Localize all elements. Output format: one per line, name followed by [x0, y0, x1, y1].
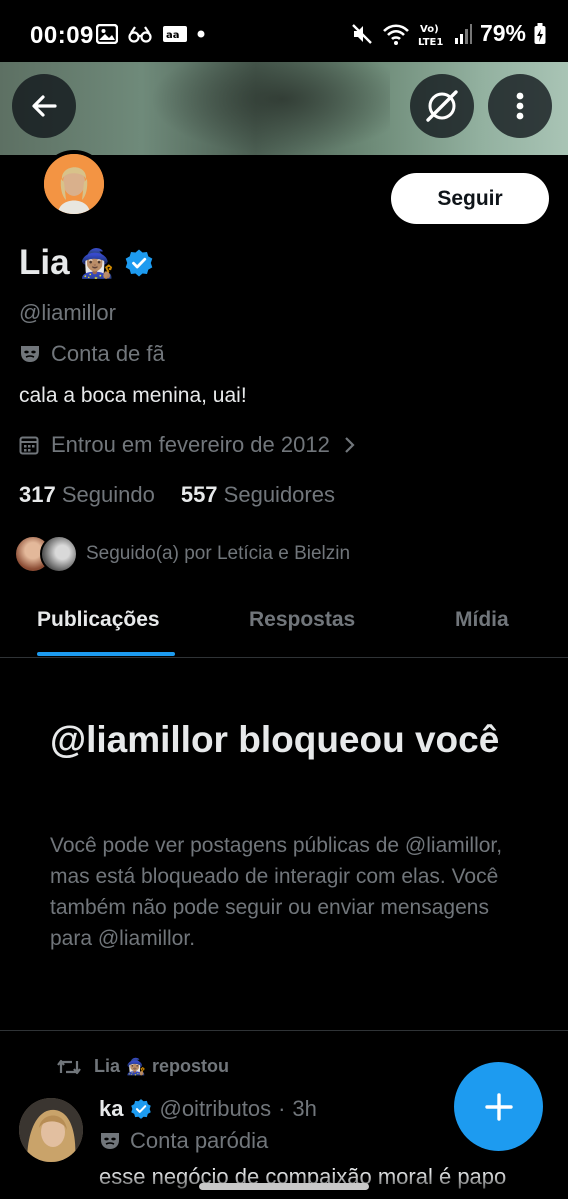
avatar-image [44, 154, 104, 214]
calendar-icon [19, 436, 39, 455]
verified-badge-icon[interactable] [124, 248, 154, 278]
grok-button[interactable] [410, 74, 474, 138]
tab-media[interactable]: Mídia [455, 608, 509, 632]
battery-charging-icon [534, 22, 546, 44]
arrow-left-icon [32, 95, 57, 117]
mage-emoji: 🧙🏽‍♀️ [126, 1058, 146, 1076]
followed-by-row[interactable]: Seguido(a) por Letícia e Bielzin [14, 535, 350, 573]
dot-icon [197, 30, 205, 38]
follower-avatar [40, 535, 78, 573]
repost-text: Lia 🧙🏽‍♀️ repostou [94, 1056, 229, 1077]
following-count: 317 [19, 482, 56, 507]
plus-icon [484, 1092, 513, 1121]
home-indicator[interactable] [199, 1183, 369, 1190]
profile-bio: cala a boca menina, uai! [19, 384, 247, 407]
back-button[interactable] [12, 74, 76, 138]
status-time: 00:09 [30, 22, 94, 49]
mute-icon [352, 23, 372, 44]
tweet-author-avatar-image [19, 1098, 83, 1162]
following-link[interactable]: 317 Seguindo [19, 482, 155, 508]
battery-percentage: 79% [479, 20, 526, 46]
followers-label: Seguidores [223, 482, 335, 507]
follow-counts: 317 Seguindo 557 Seguidores [19, 482, 335, 508]
mage-emoji: 🧙🏽‍♀️ [79, 247, 115, 279]
joined-date-text: Entrou em fevereiro de 2012 [51, 432, 330, 457]
more-vertical-icon [516, 92, 524, 120]
tweet-author-avatar[interactable] [19, 1098, 83, 1162]
followers-count: 557 [180, 482, 218, 507]
tweet-timestamp: 3h [292, 1096, 317, 1121]
tab-posts[interactable]: Publicações [37, 608, 160, 632]
followers-link[interactable]: 557 Seguidores [181, 482, 335, 508]
profile-account-label: Conta de fã [19, 341, 165, 367]
blocked-description: Você pode ver postagens públicas de @lia… [50, 834, 503, 950]
profile-name-row: Lia 🧙🏽‍♀️ [19, 243, 154, 283]
status-bar: 00:09 aa Vo) LTE1 79% [0, 0, 568, 62]
tab-replies[interactable]: Respostas [249, 608, 355, 632]
repost-user-name: Lia [94, 1056, 121, 1076]
status-system-icons: Vo) LTE1 79% [350, 20, 546, 47]
followers-you-know-avatars [14, 535, 78, 573]
svg-text:Vo): Vo) [420, 24, 439, 35]
joined-date-row[interactable]: Entrou em fevereiro de 2012 [19, 432, 356, 458]
tweet-account-label-text: Conta paródia [130, 1128, 269, 1153]
repost-suffix: repostou [151, 1056, 229, 1076]
profile-tabs: Publicações Respostas Mídia [0, 590, 568, 658]
followed-by-text: Seguido(a) por Letícia e Bielzin [86, 543, 351, 564]
repost-icon [57, 1059, 81, 1074]
profile-handle: @liamillor [19, 300, 116, 325]
network-label: LTE1 [418, 37, 443, 47]
blocked-title: @liamillor bloqueou você [50, 719, 500, 760]
wifi-icon [383, 23, 409, 45]
more-options-button[interactable] [488, 74, 552, 138]
account-label-text: Conta de fã [51, 341, 165, 366]
compose-button[interactable] [454, 1062, 543, 1151]
verified-badge-icon[interactable] [130, 1098, 152, 1120]
signal-icon [454, 23, 472, 44]
profile-display-name: Lia [19, 243, 70, 282]
follow-button[interactable]: Seguir [391, 173, 549, 224]
mask-icon [21, 346, 39, 362]
tweet-meta-separator: · [278, 1096, 286, 1121]
glasses-icon [128, 26, 152, 43]
tweet-author-name[interactable]: ka [99, 1096, 123, 1122]
section-divider [0, 1030, 568, 1031]
tweet-account-label: Conta paródia [99, 1128, 268, 1154]
status-notification-icons: aa [96, 24, 205, 44]
profile-banner[interactable] [0, 62, 568, 155]
tweet-header: ka @oitributos · 3h [99, 1096, 317, 1122]
gallery-icon [96, 24, 118, 44]
chevron-right-icon [345, 437, 355, 453]
banner-image-shape [150, 62, 390, 155]
active-tab-indicator [37, 652, 175, 656]
mask-icon [101, 1133, 119, 1149]
following-label: Seguindo [61, 482, 155, 507]
profile-avatar[interactable] [40, 150, 108, 218]
volte-icon: Vo) LTE1 [418, 24, 443, 47]
grok-slash-icon [426, 90, 458, 122]
tweet-author-handle[interactable]: @oitributos [159, 1096, 271, 1122]
caption-icon: aa [163, 26, 187, 42]
repost-indicator[interactable]: Lia 🧙🏽‍♀️ repostou [56, 1056, 229, 1077]
svg-text:aa: aa [166, 30, 180, 41]
